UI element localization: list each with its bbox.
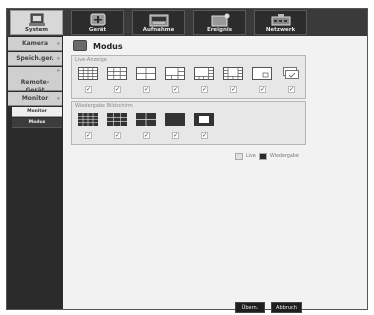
tab-system[interactable]: System [10,10,63,35]
pb-single-icon[interactable] [165,113,185,126]
tab-device-label: Gerät [88,27,107,33]
mode-page-icon [73,40,87,51]
tab-recording[interactable]: Aufnahme [132,10,185,35]
grid-3x3-icon[interactable] [107,67,127,80]
sidebar-subitem-mode[interactable]: Modus [12,118,62,128]
live-single-view-checkbox[interactable]: ✓ [259,86,266,93]
pb-grid-2x2-icon[interactable] [136,113,156,126]
pb-grid-4x4-checkbox[interactable]: ✓ [85,132,92,139]
live-color-swatch [235,153,243,160]
pb-grid-2x2-checkbox[interactable]: ✓ [143,132,150,139]
pb-single-checkbox[interactable]: ✓ [172,132,179,139]
collapse-marker-icon: « [56,96,60,102]
pb-grid-3x3-checkbox[interactable]: ✓ [114,132,121,139]
grid-1plus5-icon[interactable] [165,67,185,80]
sidebar: Kamera » Speich.ger. » Remote- Gerät » M… [7,36,63,309]
tab-network[interactable]: Netzwerk [254,10,307,35]
sidebar-item-monitor[interactable]: Monitor « [8,92,62,106]
legend-live-label: Live [246,154,256,159]
pb-grid-3x3-icon[interactable] [107,113,127,126]
tab-device[interactable]: Gerät [71,10,124,35]
event-icon [211,13,230,27]
grid-1plus7-icon[interactable] [194,67,214,80]
page-title: Modus [93,42,123,51]
live-group-label: Live-Anzeige [75,57,107,63]
pb-single-alt-checkbox[interactable]: ✓ [201,132,208,139]
system-icon [29,13,45,26]
expand-marker-icon: » [56,56,60,62]
live-grid-4x4-checkbox[interactable]: ✓ [85,86,92,93]
playback-group-label: Wiedergabe Bildschirm [75,103,133,109]
single-view-icon[interactable] [252,67,272,80]
tab-recording-label: Aufnahme [142,27,175,33]
playback-color-swatch [259,153,267,160]
sidebar-item-label: Monitor [21,95,49,102]
expand-marker-icon: » [56,68,60,74]
legend-playback-label: Wiedergabe [270,154,299,159]
tab-event[interactable]: Ereignis [193,10,246,35]
live-grid-1plus5-checkbox[interactable]: ✓ [172,86,179,93]
live-sequence-checkbox[interactable]: ✓ [288,86,295,93]
settings-window: System Gerät Aufnahme Ereignis Netzwerk … [6,8,368,313]
network-icon [271,14,291,26]
sequence-icon[interactable] [281,67,301,80]
grid-4x4-icon[interactable] [78,67,98,80]
record-icon [149,14,169,27]
expand-marker-icon: » [56,41,60,47]
live-grid-1plus12-checkbox[interactable]: ✓ [230,86,237,93]
sidebar-item-label: Speich.ger. [16,55,54,62]
pb-single-alt-icon[interactable] [194,113,214,126]
grid-2x2-icon[interactable] [136,67,156,80]
main-content: Modus Live-Anzeige ✓ ✓ ✓ ✓ ✓ ✓ ✓ ✓ Wiede… [65,38,367,313]
live-grid-1plus7-checkbox[interactable]: ✓ [201,86,208,93]
cancel-button[interactable]: Abbruch [271,302,302,313]
playback-screen-group: Wiedergabe Bildschirm ✓ ✓ ✓ ✓ ✓ [71,101,306,145]
apply-button[interactable]: Übern. [235,302,265,313]
device-icon [90,13,106,26]
sidebar-item-camera[interactable]: Kamera » [8,37,62,51]
sidebar-item-label: Kamera [21,40,49,47]
tab-event-label: Ereignis [206,27,233,33]
live-grid-3x3-checkbox[interactable]: ✓ [114,86,121,93]
tab-system-label: System [25,27,48,33]
sidebar-item-remote-device[interactable]: Remote- Gerät » [8,67,62,94]
tab-network-label: Netzwerk [265,27,296,33]
pb-grid-4x4-icon[interactable] [78,113,98,126]
legend: Live Wiedergabe [235,152,315,161]
sidebar-subitem-monitor[interactable]: Monitor [12,107,62,117]
grid-1plus12-icon[interactable] [223,67,243,80]
sidebar-item-storage[interactable]: Speich.ger. » [8,52,62,66]
live-grid-2x2-checkbox[interactable]: ✓ [143,86,150,93]
top-tab-bar: System Gerät Aufnahme Ereignis Netzwerk [7,9,367,36]
live-view-group: Live-Anzeige ✓ ✓ ✓ ✓ ✓ ✓ ✓ ✓ [71,55,306,99]
